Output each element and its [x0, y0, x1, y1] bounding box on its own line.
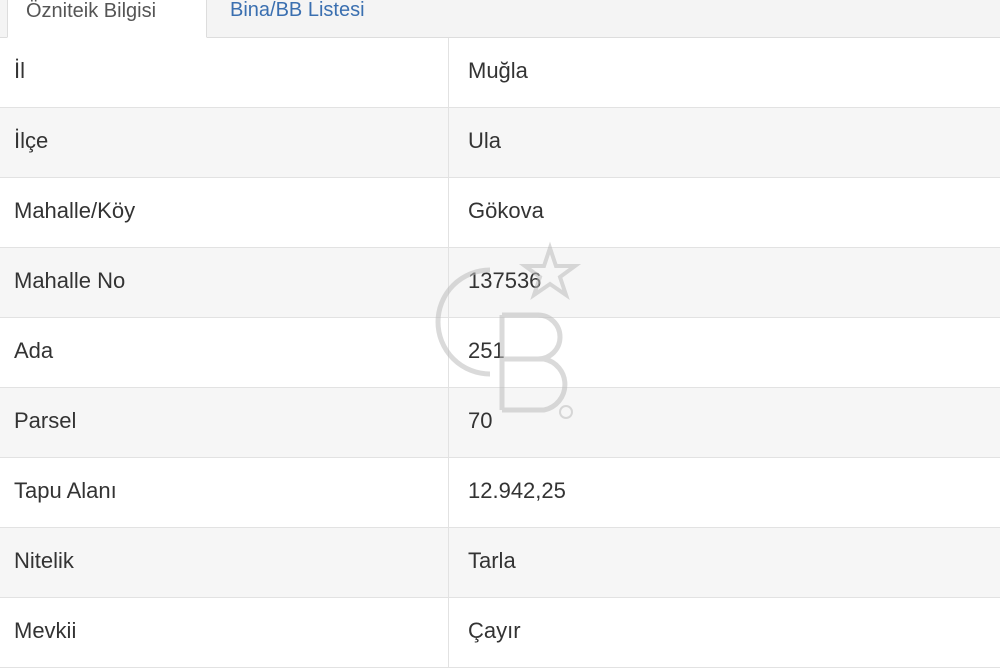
tab-bar: Özniteik Bilgisi Bina/BB Listesi — [0, 0, 1000, 38]
tab-bina-bb-listesi[interactable]: Bina/BB Listesi — [210, 0, 430, 38]
row-value: Ula — [468, 128, 502, 153]
row-value: Muğla — [468, 58, 528, 83]
row-label: Parsel — [0, 388, 449, 457]
tab-oznitelik-bilgisi[interactable]: Özniteik Bilgisi — [7, 0, 207, 38]
row-label: Tapu Alanı — [0, 458, 449, 527]
row-label: Ada — [0, 318, 449, 387]
row-value: 12.942,25 — [468, 478, 566, 503]
row-value: Çayır — [468, 618, 521, 643]
row-label: Mahalle/Köy — [0, 178, 449, 247]
row-label: Mahalle No — [0, 248, 449, 317]
table-row: İlçe Ula — [0, 108, 1000, 178]
table-row: Mahalle/Köy Gökova — [0, 178, 1000, 248]
table-row: Parsel 70 — [0, 388, 1000, 458]
row-label: Mevkii — [0, 598, 449, 667]
row-value: 70 — [468, 408, 493, 433]
table-row: Mevkii Çayır — [0, 598, 1000, 668]
table-row: İl Muğla — [0, 38, 1000, 108]
row-value: Tarla — [468, 548, 516, 573]
attribute-table: İl Muğla İlçe Ula Mahalle/Köy Gökova Mah… — [0, 38, 1000, 668]
row-label: Nitelik — [0, 528, 449, 597]
table-row: Tapu Alanı 12.942,25 — [0, 458, 1000, 528]
row-value: Gökova — [468, 198, 544, 223]
table-row: Ada 251 — [0, 318, 1000, 388]
row-label: İl — [0, 38, 449, 107]
table-row: Nitelik Tarla — [0, 528, 1000, 598]
row-value: 251 — [468, 338, 505, 363]
table-row: Mahalle No 137536 — [0, 248, 1000, 318]
row-value: 137536 — [468, 268, 542, 293]
row-label: İlçe — [0, 108, 449, 177]
